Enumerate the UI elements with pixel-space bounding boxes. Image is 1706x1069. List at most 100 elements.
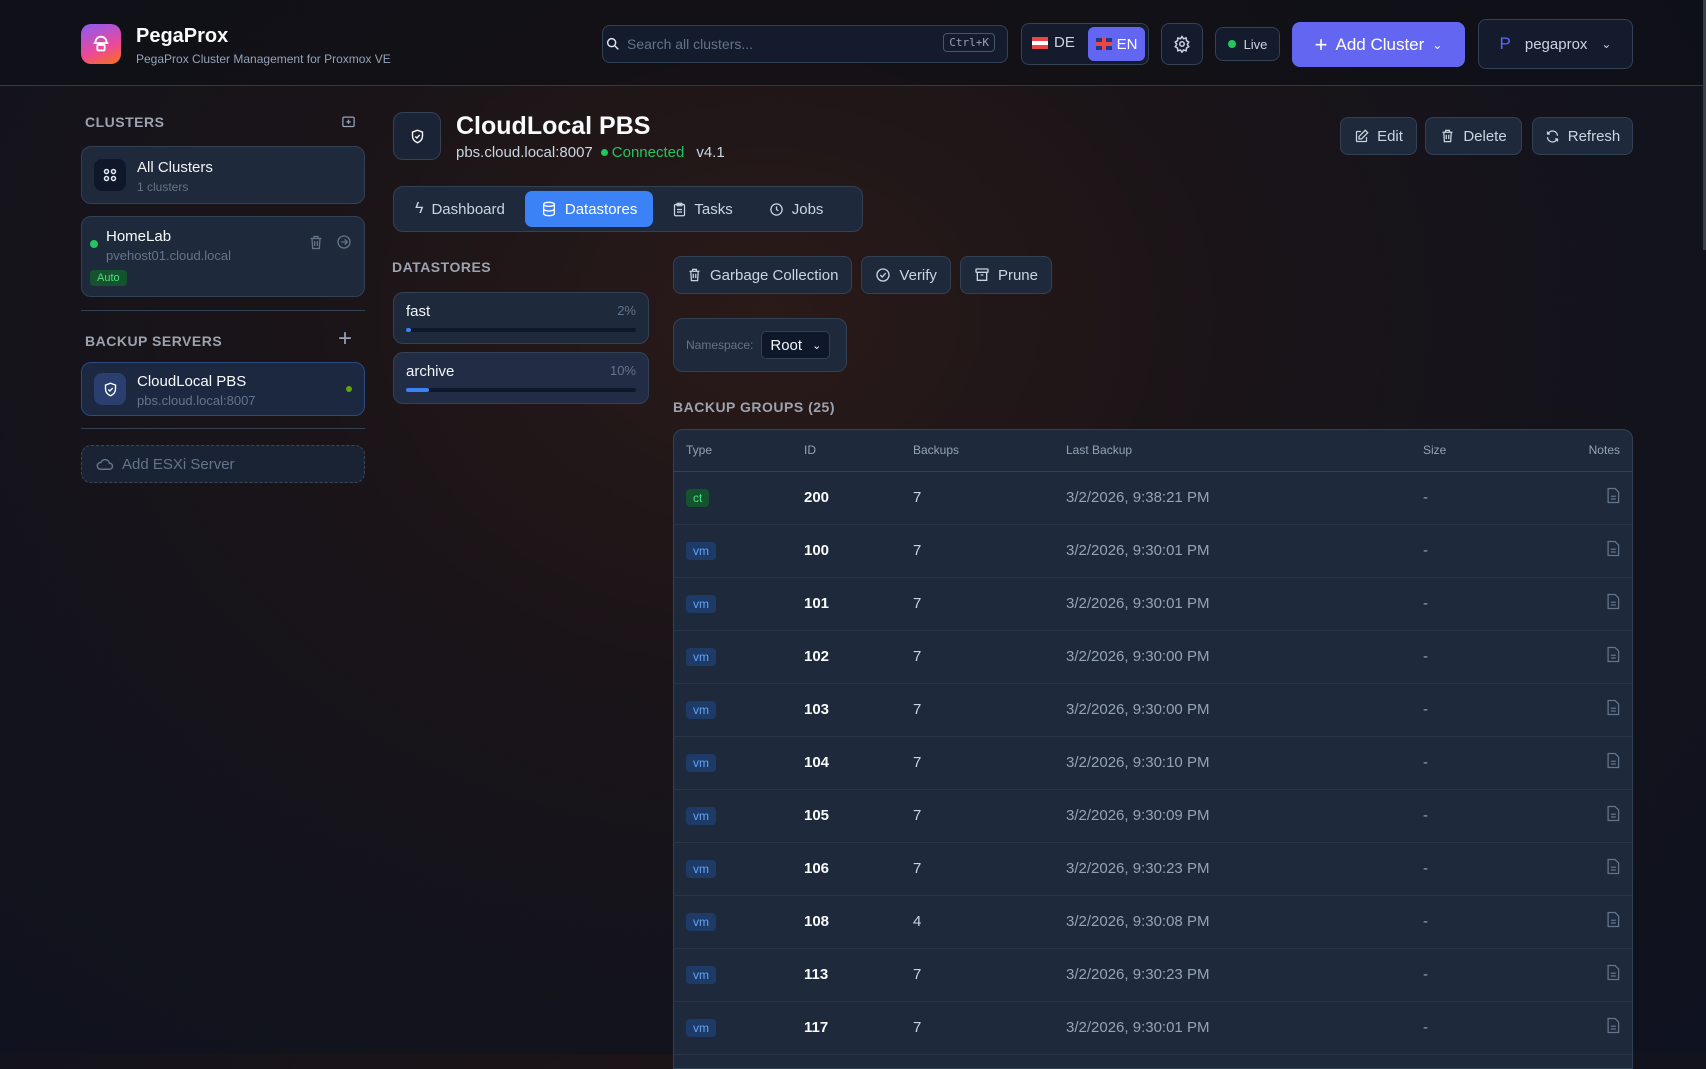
last-backup: 3/2/2026, 9:30:08 PM <box>1054 895 1411 949</box>
type-badge: vm <box>686 965 716 984</box>
type-badge: vm <box>686 912 716 931</box>
prune-button[interactable]: Prune <box>959 256 1052 294</box>
table-row[interactable]: vm 113 7 3/2/2026, 9:30:23 PM - <box>674 948 1632 1002</box>
all-clusters-item[interactable]: All Clusters 1 clusters <box>81 146 365 204</box>
verify-button[interactable]: Verify <box>861 256 951 294</box>
notes-icon[interactable] <box>1606 1017 1620 1034</box>
column-header-last-backup[interactable]: Last Backup <box>1054 430 1411 472</box>
last-backup: 3/2/2026, 9:30:01 PM <box>1054 1001 1411 1055</box>
table-row[interactable]: vm 101 7 3/2/2026, 9:30:01 PM - <box>674 577 1632 631</box>
backup-server-item-cloudlocal[interactable]: CloudLocal PBS pbs.cloud.local:8007 <box>81 362 365 416</box>
search-shortcut: Ctrl+K <box>943 33 995 52</box>
table-row[interactable]: vm 104 7 3/2/2026, 9:30:10 PM - <box>674 736 1632 790</box>
notes-icon[interactable] <box>1606 911 1620 928</box>
tab-dashboard[interactable]: ϟ Dashboard <box>399 191 521 227</box>
live-indicator[interactable]: Live <box>1215 27 1280 61</box>
table-row[interactable]: ct 200 7 3/2/2026, 9:38:21 PM - <box>674 471 1632 525</box>
column-header-size[interactable]: Size <box>1411 430 1513 472</box>
add-cluster-button[interactable]: + Add Cluster ⌄ <box>1292 22 1465 67</box>
tab-jobs[interactable]: Jobs <box>753 191 840 227</box>
refresh-button[interactable]: Refresh <box>1532 117 1633 155</box>
column-header-backups[interactable]: Backups <box>901 430 1054 472</box>
column-header-id[interactable]: ID <box>792 430 901 472</box>
table-row[interactable]: vm 105 7 3/2/2026, 9:30:09 PM - <box>674 789 1632 843</box>
last-backup: 3/2/2026, 9:30:23 PM <box>1054 948 1411 1002</box>
last-backup: 3/2/2026, 9:30:00 PM <box>1054 683 1411 737</box>
verify-label: Verify <box>899 266 937 284</box>
trash-icon[interactable] <box>308 234 324 251</box>
datastore-name: archive <box>406 363 455 380</box>
tab-label: Dashboard <box>431 200 505 218</box>
delete-label: Delete <box>1463 127 1507 145</box>
clipboard-icon <box>674 202 686 216</box>
lightning-icon: ϟ <box>415 200 424 217</box>
search-placeholder: Search all clusters... <box>627 36 754 52</box>
size: - <box>1411 471 1513 525</box>
notes-icon[interactable] <box>1606 646 1620 663</box>
backup-count: 7 <box>901 471 1054 525</box>
column-header-type[interactable]: Type <box>674 430 792 472</box>
table-row[interactable]: vm 103 7 3/2/2026, 9:30:00 PM - <box>674 683 1632 737</box>
search-input[interactable]: Search all clusters... Ctrl+K <box>602 25 1008 63</box>
size: - <box>1411 736 1513 790</box>
grid-icon <box>94 159 126 191</box>
notes-icon[interactable] <box>1606 540 1620 557</box>
backup-groups-table: Type ID Backups Last Backup Size Notes c… <box>673 429 1633 1069</box>
table-row[interactable]: vm 106 7 3/2/2026, 9:30:23 PM - <box>674 842 1632 896</box>
edit-icon <box>1355 128 1369 142</box>
lang-de-label: DE <box>1054 34 1075 51</box>
app-subtitle: PegaProx Cluster Management for Proxmox … <box>136 52 391 66</box>
datastore-item[interactable]: fast 2% <box>393 292 649 344</box>
usage-bar <box>406 388 636 392</box>
notes-icon[interactable] <box>1606 752 1620 769</box>
group-id: 103 <box>792 683 901 737</box>
lang-de-button[interactable]: DE <box>1032 34 1075 51</box>
page-title: CloudLocal PBS <box>456 112 651 140</box>
delete-button[interactable]: Delete <box>1425 117 1522 155</box>
last-backup: 3/2/2026, 9:30:10 PM <box>1054 736 1411 790</box>
table-row[interactable]: vm 100 7 3/2/2026, 9:30:01 PM - <box>674 524 1632 578</box>
uk-flag-icon <box>1095 38 1112 50</box>
cluster-item-homelab[interactable]: HomeLab pvehost01.cloud.local Auto <box>81 216 365 297</box>
edit-button[interactable]: Edit <box>1340 117 1417 155</box>
last-backup: 3/2/2026, 9:30:23 PM <box>1054 842 1411 896</box>
tab-tasks[interactable]: Tasks <box>657 191 748 227</box>
table-row[interactable]: vm 117 7 3/2/2026, 9:30:01 PM - <box>674 1001 1632 1055</box>
backup-server-host: pbs.cloud.local:8007 <box>137 393 256 408</box>
tab-label: Tasks <box>694 200 733 218</box>
type-badge: vm <box>686 1018 716 1037</box>
size: - <box>1411 524 1513 578</box>
notes-icon[interactable] <box>1606 964 1620 981</box>
notes-icon[interactable] <box>1606 858 1620 875</box>
datastore-item[interactable]: archive 10% <box>393 352 649 404</box>
tab-datastores[interactable]: Datastores <box>524 191 654 227</box>
namespace-select[interactable]: Root ⌄ <box>761 331 831 359</box>
garbage-collection-button[interactable]: Garbage Collection <box>673 256 853 294</box>
database-icon <box>542 201 555 217</box>
clock-icon <box>770 202 783 216</box>
add-esxi-server-button[interactable]: Add ESXi Server <box>81 445 365 483</box>
group-id: 117 <box>792 1001 901 1055</box>
backup-count: 7 <box>901 789 1054 843</box>
table-row[interactable]: vm 102 7 3/2/2026, 9:30:00 PM - <box>674 630 1632 684</box>
lang-en-button[interactable]: EN <box>1088 27 1145 61</box>
notes-icon[interactable] <box>1606 487 1620 504</box>
notes-icon[interactable] <box>1606 593 1620 610</box>
settings-button[interactable] <box>1161 23 1203 65</box>
group-id: 106 <box>792 842 901 896</box>
backup-server-name: CloudLocal PBS <box>137 373 247 390</box>
gc-label: Garbage Collection <box>710 266 839 284</box>
arrow-right-circle-icon[interactable] <box>336 234 352 250</box>
table-row[interactable]: vm 108 4 3/2/2026, 9:30:08 PM - <box>674 895 1632 949</box>
notes-icon[interactable] <box>1606 805 1620 822</box>
backup-count: 7 <box>901 630 1054 684</box>
add-folder-icon[interactable] <box>341 114 356 129</box>
lang-en-label: EN <box>1116 35 1138 53</box>
trash-icon <box>689 268 700 282</box>
backup-count: 7 <box>901 524 1054 578</box>
user-menu[interactable]: Ppegaprox ⌄ <box>1478 19 1633 69</box>
add-backup-server-icon[interactable]: + <box>338 325 352 353</box>
notes-icon[interactable] <box>1606 699 1620 716</box>
size: - <box>1411 630 1513 684</box>
column-header-notes[interactable]: Notes <box>1512 430 1632 472</box>
